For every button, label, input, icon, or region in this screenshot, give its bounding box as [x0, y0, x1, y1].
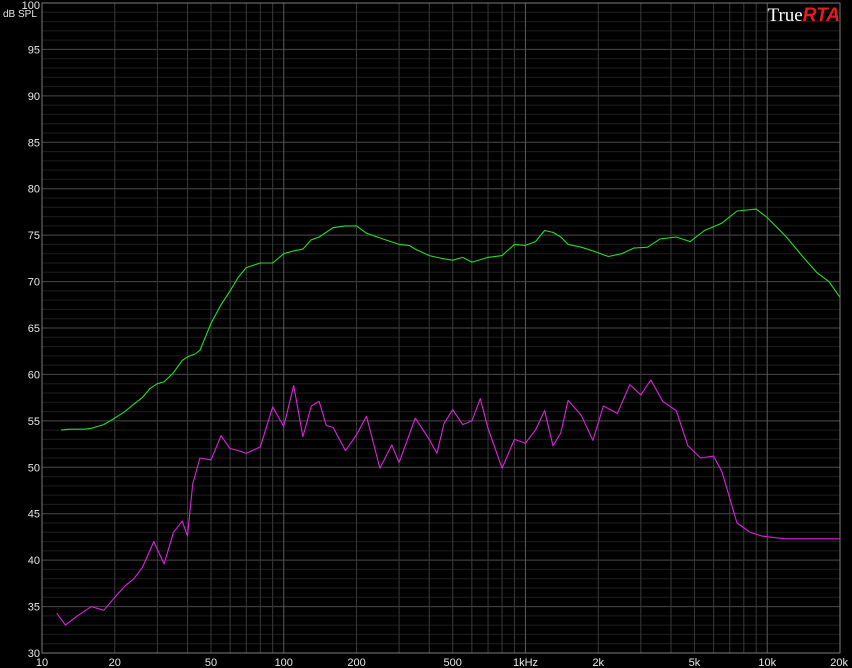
y-tick-label: 40: [28, 555, 40, 567]
x-tick-label: 100: [275, 657, 293, 668]
x-tick-label: 20: [109, 657, 121, 668]
y-tick-labels: 3035404550556065707580859095100: [22, 0, 40, 660]
y-axis-label: dB SPL: [3, 9, 37, 20]
y-tick-label: 90: [28, 91, 40, 103]
x-tick-label: 10: [36, 657, 48, 668]
y-tick-label: 80: [28, 184, 40, 196]
y-tick-label: 65: [28, 323, 40, 335]
x-tick-label: 2k: [592, 657, 604, 668]
y-tick-label: 60: [28, 369, 40, 381]
x-tick-labels: 10 20 50 100 200 500 1kHz 2k 5k 10k 20k: [36, 657, 849, 668]
y-tick-label: 50: [28, 462, 40, 474]
y-tick-label: 95: [28, 44, 40, 56]
x-tick-label: 5k: [689, 657, 701, 668]
x-tick-label: 200: [347, 657, 365, 668]
brand-rta: RTA: [802, 5, 840, 26]
truerta-logo: TrueRTA: [768, 5, 841, 27]
rta-chart: 3035404550556065707580859095100 10 20 50 10…: [3, 0, 849, 668]
x-tick-label: 1kHz: [513, 657, 538, 668]
y-tick-label: 45: [28, 509, 40, 521]
y-tick-label: 70: [28, 277, 40, 289]
y-tick-label: 55: [28, 416, 40, 428]
brand-true: True: [767, 5, 803, 26]
x-tick-label: 500: [444, 657, 462, 668]
x-tick-label: 20k: [830, 657, 848, 668]
y-tick-label: 85: [28, 137, 40, 149]
x-tick-label: 10k: [758, 657, 776, 668]
y-tick-label: 35: [28, 602, 40, 614]
x-tick-label: 50: [205, 657, 217, 668]
y-tick-label: 75: [28, 230, 40, 242]
